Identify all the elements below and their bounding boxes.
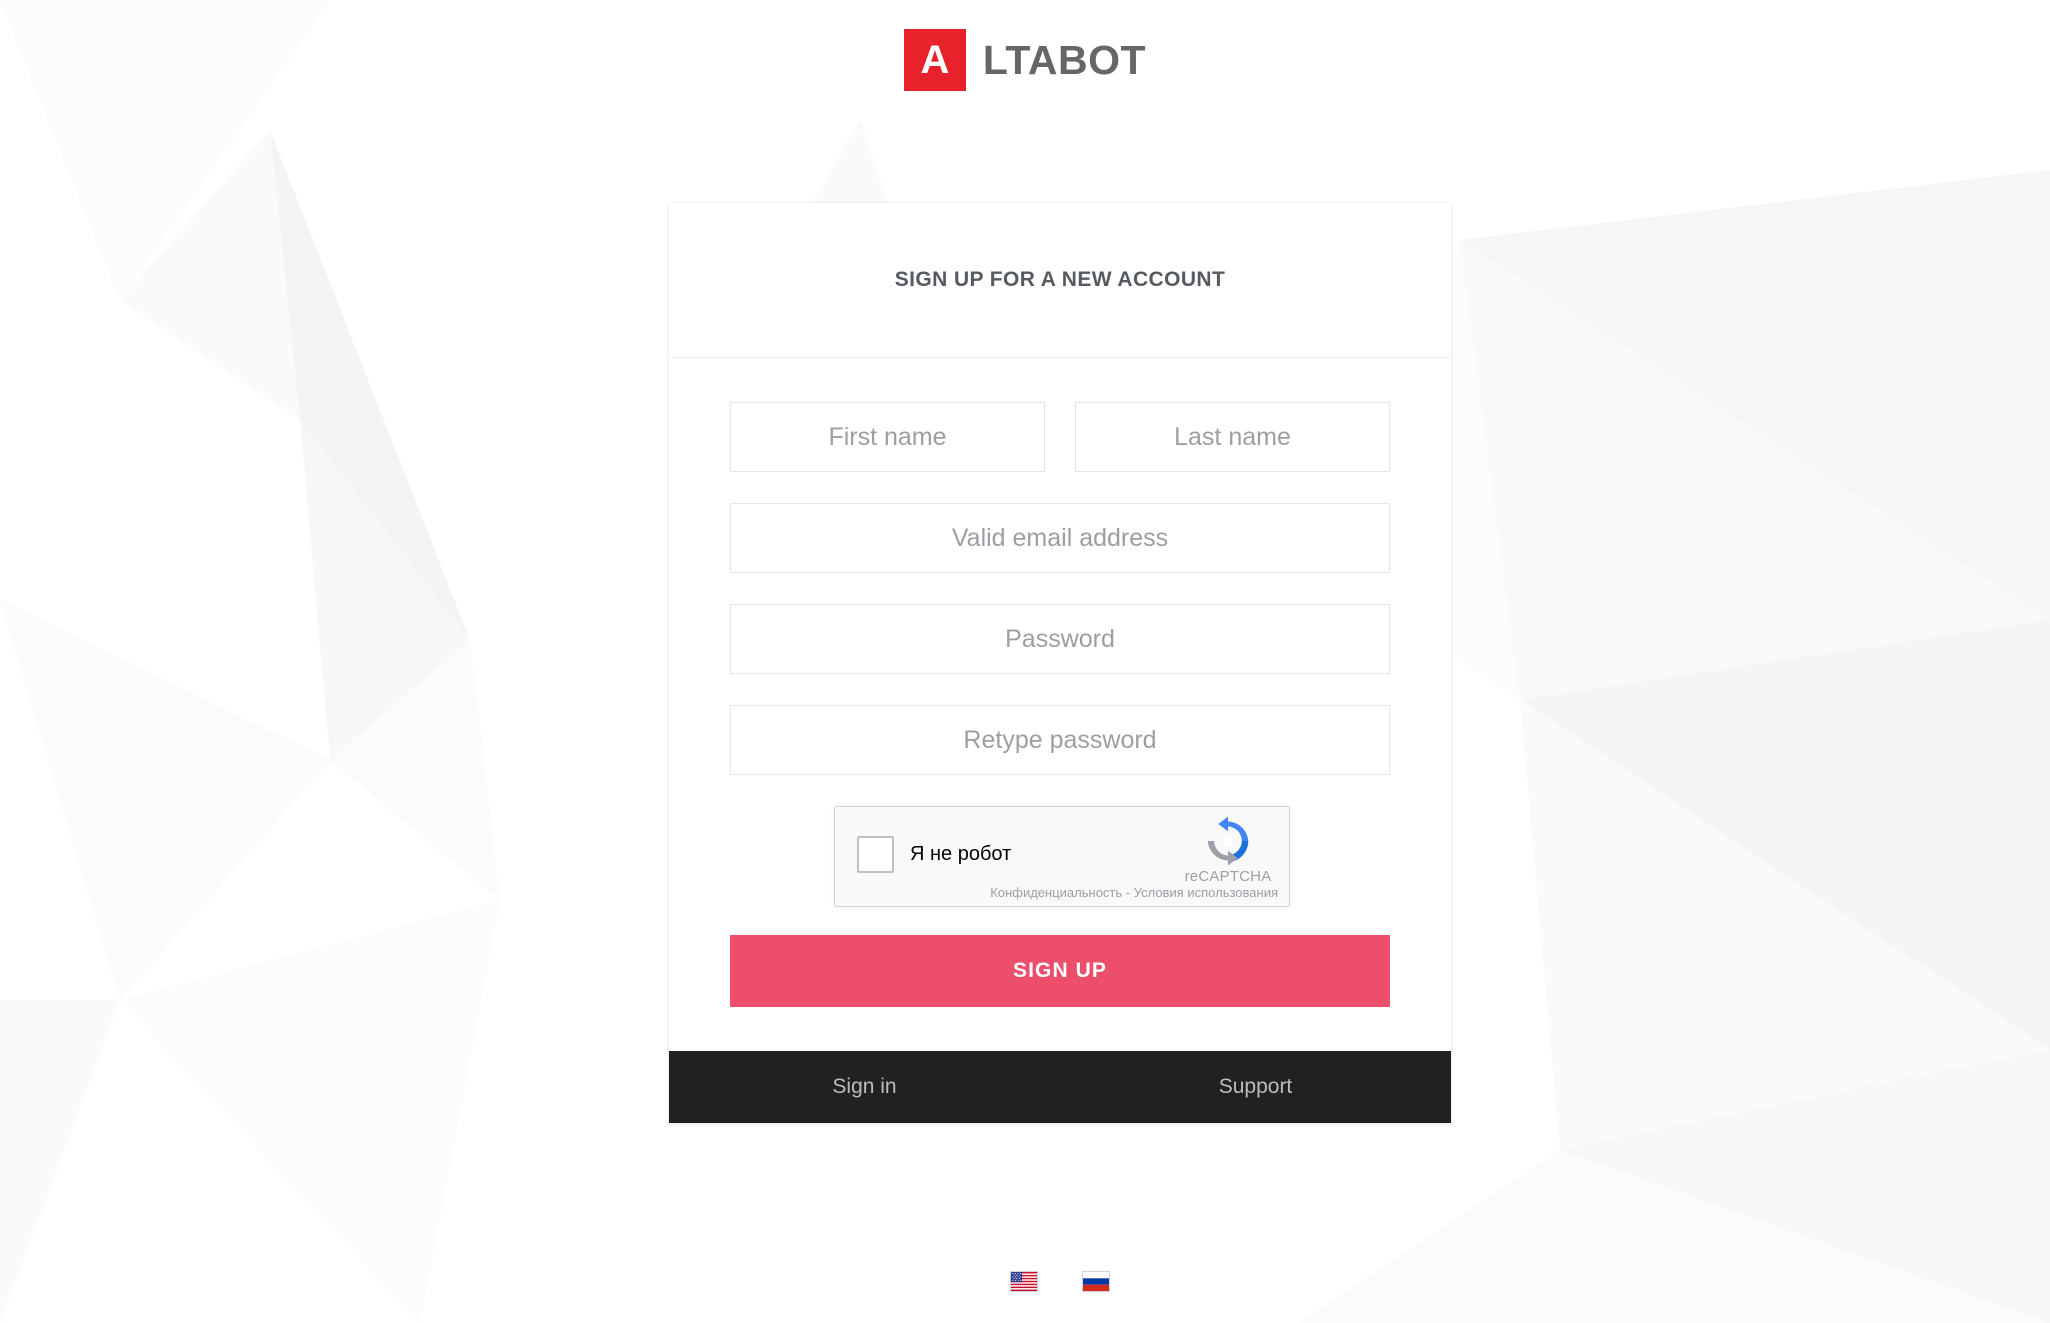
page-title: SIGN UP FOR A NEW ACCOUNT [894,268,1226,291]
recaptcha-brand-name: reCAPTCHA [1184,868,1272,885]
card-footer: Sign in Support [669,1051,1451,1123]
signup-card: SIGN UP FOR A NEW ACCOUNT First name Las… [669,203,1451,1123]
retype-password-placeholder: Retype password [963,725,1157,754]
language-switcher [669,1272,1451,1291]
card-header: SIGN UP FOR A NEW ACCOUNT [669,203,1451,358]
first-name-input[interactable]: First name [730,402,1045,472]
support-label: Support [1218,1075,1293,1098]
brand-mark-icon: A [903,29,966,91]
brand-wordmark: LTABOT [982,36,1147,83]
brand-header: A LTABOT [0,0,2050,120]
recaptcha-logo-icon [1207,816,1249,866]
sign-in-link[interactable]: Sign in [669,1051,1060,1123]
recaptcha-label: Я не робот [910,843,1012,865]
recaptcha-branding: reCAPTCHA [1178,815,1278,885]
email-input[interactable]: Valid email address [730,503,1390,573]
password-input[interactable]: Password [730,604,1390,674]
ru-flag-icon[interactable] [1083,1272,1109,1291]
signup-button[interactable]: SIGN UP [730,935,1390,1007]
name-field-row: First name Last name [730,402,1390,472]
brand-logo[interactable]: A LTABOT [903,29,1147,91]
retype-password-input[interactable]: Retype password [730,705,1390,775]
signup-button-label: SIGN UP [1012,959,1108,982]
support-link[interactable]: Support [1060,1051,1451,1123]
recaptcha-legal-line[interactable]: Конфиденциальность - Условия использован… [990,885,1278,900]
recaptcha-check-area[interactable]: Я не робот [835,807,1011,873]
last-name-input[interactable]: Last name [1075,402,1390,472]
password-placeholder: Password [1005,624,1115,653]
last-name-placeholder: Last name [1174,422,1291,451]
signup-form: First name Last name Valid email address… [669,358,1451,1007]
recaptcha-legal-text: Конфиденциальность - Условия использован… [990,885,1278,900]
recaptcha-container: Я не робот reCAPTCHA Конфиденциальность … [730,806,1390,907]
recaptcha-checkbox[interactable] [857,836,894,873]
us-flag-icon[interactable] [1011,1272,1037,1291]
email-placeholder: Valid email address [951,523,1169,552]
recaptcha-widget[interactable]: Я не робот reCAPTCHA Конфиденциальность … [834,806,1290,907]
sign-in-label: Sign in [832,1075,897,1098]
first-name-placeholder: First name [828,422,947,451]
